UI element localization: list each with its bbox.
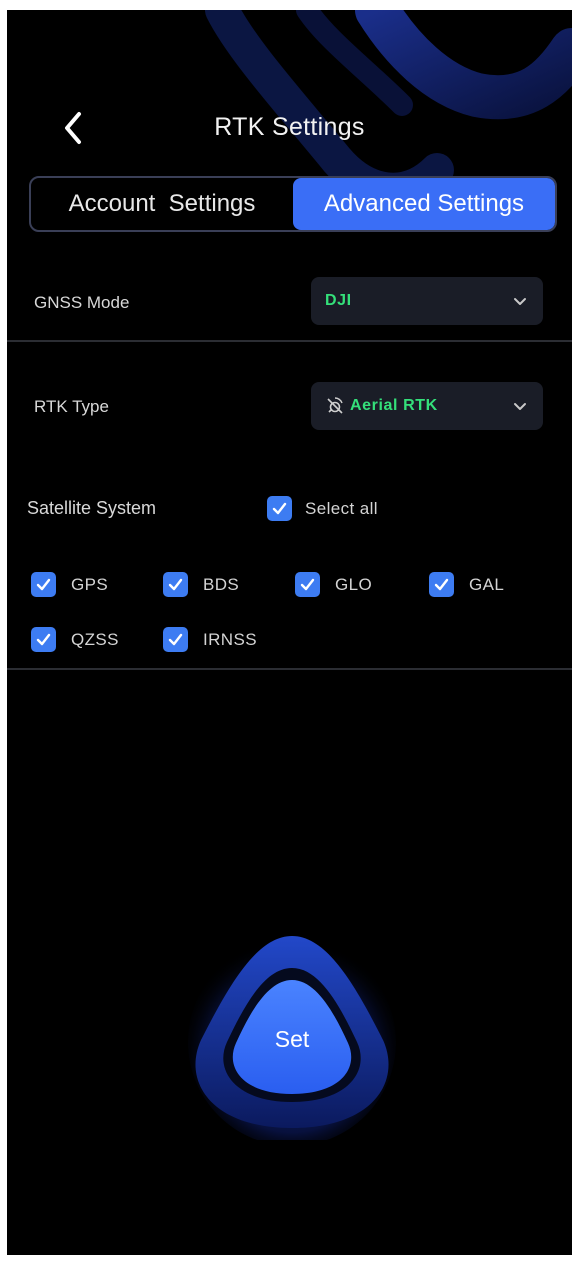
checkbox-box [295,572,320,597]
checkmark-icon [36,633,51,646]
settings-tabs: Account Settings Advanced Settings [29,176,557,232]
select-all-label: Select all [305,498,378,518]
app-screen: RTK Settings Account Settings Advanced S… [7,10,572,1255]
tab-account-settings[interactable]: Account Settings [31,178,293,230]
checkmark-icon [168,578,183,591]
page-title: RTK Settings [214,113,365,141]
gnss-mode-label: GNSS Mode [34,293,130,312]
checkmark-icon [272,502,287,515]
checkbox-label: IRNSS [203,629,257,649]
divider [7,668,572,670]
set-button[interactable]: Set [187,930,397,1146]
checkmark-icon [36,578,51,591]
checkbox-qzss[interactable]: QZSS [31,627,119,652]
checkbox-box [163,627,188,652]
checkbox-gps[interactable]: GPS [31,572,108,597]
checkbox-label: GPS [71,574,109,594]
select-all-checkbox[interactable]: Select all [267,496,378,521]
checkbox-label: GLO [335,574,373,594]
gnss-mode-dropdown[interactable]: DJI [311,277,543,325]
tab-advanced-settings[interactable]: Advanced Settings [293,178,555,230]
checkbox-box [31,572,56,597]
checkbox-gal[interactable]: GAL [429,572,504,597]
checkmark-icon [434,578,449,591]
checkbox-bds[interactable]: BDS [163,572,239,597]
chevron-down-icon [514,403,526,410]
checkbox-glo[interactable]: GLO [295,572,372,597]
checkbox-label: BDS [203,574,240,594]
checkmark-icon [300,578,315,591]
checkbox-box [429,572,454,597]
checkbox-box [163,572,188,597]
checkbox-irnss[interactable]: IRNSS [163,627,257,652]
rtk-type-value: Aerial RTK [350,397,438,414]
chevron-down-icon [514,298,526,305]
divider [7,340,572,342]
checkbox-label: QZSS [71,629,119,649]
checkbox-label: GAL [469,574,505,594]
checkbox-box [267,496,292,521]
checkmark-icon [168,633,183,646]
set-button-shape [188,936,396,1146]
rtk-type-dropdown[interactable]: Aerial RTK [311,382,543,430]
gnss-mode-value: DJI [325,292,352,309]
header: RTK Settings [7,105,572,155]
satellite-icon [327,397,343,414]
rtk-type-label: RTK Type [34,397,109,416]
checkbox-box [31,627,56,652]
satellite-system-label: Satellite System [27,498,157,518]
